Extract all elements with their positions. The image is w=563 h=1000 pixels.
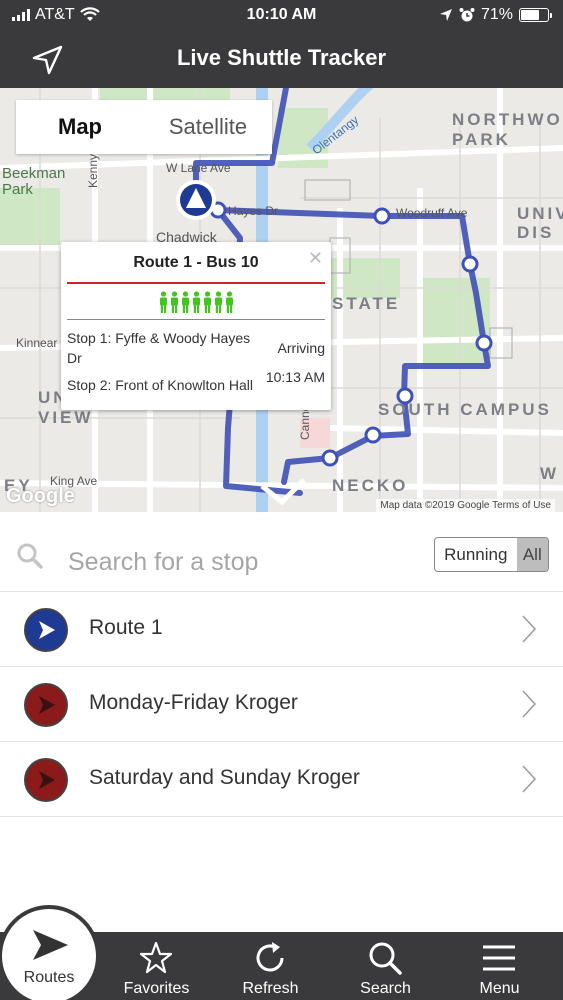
play-icon [33, 930, 68, 960]
tab-label: Menu [479, 980, 520, 997]
person-icon [192, 291, 200, 313]
bus-marker[interactable] [176, 180, 216, 220]
battery-icon [519, 8, 552, 22]
person-icon [170, 291, 178, 313]
battery-percent: 71% [480, 6, 513, 23]
running-all-toggle: Running All [434, 537, 549, 572]
map-tab[interactable]: Map [16, 100, 144, 154]
route-name: Route 1 [89, 616, 163, 639]
route-list-item[interactable]: Monday-Friday Kroger [0, 667, 563, 742]
tab-search[interactable]: Search [329, 932, 442, 1000]
area-label: UNIV VIEW [38, 388, 94, 427]
alarm-icon [459, 8, 475, 22]
tab-label: Favorites [123, 980, 190, 997]
tab-label: Routes [23, 969, 75, 986]
occupancy-indicator [61, 291, 331, 313]
search-input[interactable] [68, 548, 408, 577]
area-label: SOUTH CAMPUS [378, 400, 552, 419]
stop-eta: Arriving [277, 340, 325, 356]
person-icon [203, 291, 211, 313]
stop-name: Stop 1: Fyffe & Woody Hayes Dr [67, 330, 251, 366]
all-option[interactable]: All [516, 538, 548, 571]
star-icon [139, 941, 173, 974]
person-icon [159, 291, 167, 313]
person-icon [181, 291, 189, 313]
chevron-right-icon [522, 615, 537, 643]
google-logo: Google [6, 485, 75, 507]
running-option[interactable]: Running [435, 538, 517, 571]
area-label: UNIV DIS [517, 204, 563, 242]
area-label: STATE [332, 294, 401, 313]
app-header: Live Shuttle Tracker [0, 32, 563, 88]
person-icon [214, 291, 222, 313]
stop-marker[interactable] [475, 334, 493, 352]
route-name: Saturday and Sunday Kroger [89, 766, 360, 789]
street-label: Woodruff Ave [396, 206, 468, 220]
tab-routes[interactable]: Routes [0, 905, 100, 1000]
menu-icon [483, 945, 515, 971]
tab-favorites[interactable]: Favorites [100, 932, 213, 1000]
chevron-right-icon [522, 765, 537, 793]
close-icon[interactable]: ✕ [308, 248, 323, 269]
search-icon [17, 543, 43, 569]
location-services-icon [439, 9, 452, 21]
route-play-icon [24, 608, 68, 652]
street-label: W Lane Ave [166, 161, 231, 175]
route-list-item[interactable]: Saturday and Sunday Kroger [0, 742, 563, 817]
map-attribution[interactable]: Map data ©2019 Google Terms of Use [376, 499, 555, 512]
route-play-icon [24, 758, 68, 802]
map-type-toggle: Map Satellite [16, 100, 272, 154]
route-name: Monday-Friday Kroger [89, 691, 298, 714]
stop-marker[interactable] [373, 207, 391, 225]
search-icon [369, 942, 402, 975]
area-label: NECKO [332, 476, 409, 495]
popup-route-line [67, 282, 325, 284]
street-label: Hayes Dr [228, 204, 279, 218]
route-list-item[interactable]: Route 1 [0, 592, 563, 667]
stop-marker[interactable] [321, 449, 339, 467]
stop-eta: 10:13 AM [265, 369, 325, 385]
area-label: NORTHWOOD PARK [452, 110, 563, 149]
stop-name: Stop 2: Front of Knowlton Hall [67, 377, 253, 393]
street-label: Beekman Park [2, 165, 66, 198]
app-screen: AT&T 10:10 AM 71% Live Shuttle Tracker N… [0, 0, 563, 1000]
area-label: W [540, 464, 560, 483]
popup-divider [67, 319, 325, 320]
tab-menu[interactable]: Menu [443, 932, 556, 1000]
tab-refresh[interactable]: Refresh [214, 932, 327, 1000]
person-icon [225, 291, 233, 313]
street-label: Kinnear [16, 336, 58, 350]
route-play-icon [24, 683, 68, 727]
tab-label: Search [360, 980, 411, 997]
stop-marker[interactable] [364, 426, 382, 444]
bus-info-popup: Route 1 - Bus 10 ✕ Stop 1: Fyffe & Woody… [61, 242, 331, 410]
chevron-right-icon [522, 690, 537, 718]
satellite-tab[interactable]: Satellite [144, 100, 272, 154]
stop-marker[interactable] [461, 255, 479, 273]
status-right: 71% [439, 6, 552, 24]
tab-label: Refresh [242, 980, 299, 997]
page-title: Live Shuttle Tracker [176, 45, 387, 70]
status-bar: AT&T 10:10 AM 71% [0, 0, 563, 32]
popup-title: Route 1 - Bus 10 [133, 254, 259, 271]
refresh-icon [256, 942, 284, 972]
